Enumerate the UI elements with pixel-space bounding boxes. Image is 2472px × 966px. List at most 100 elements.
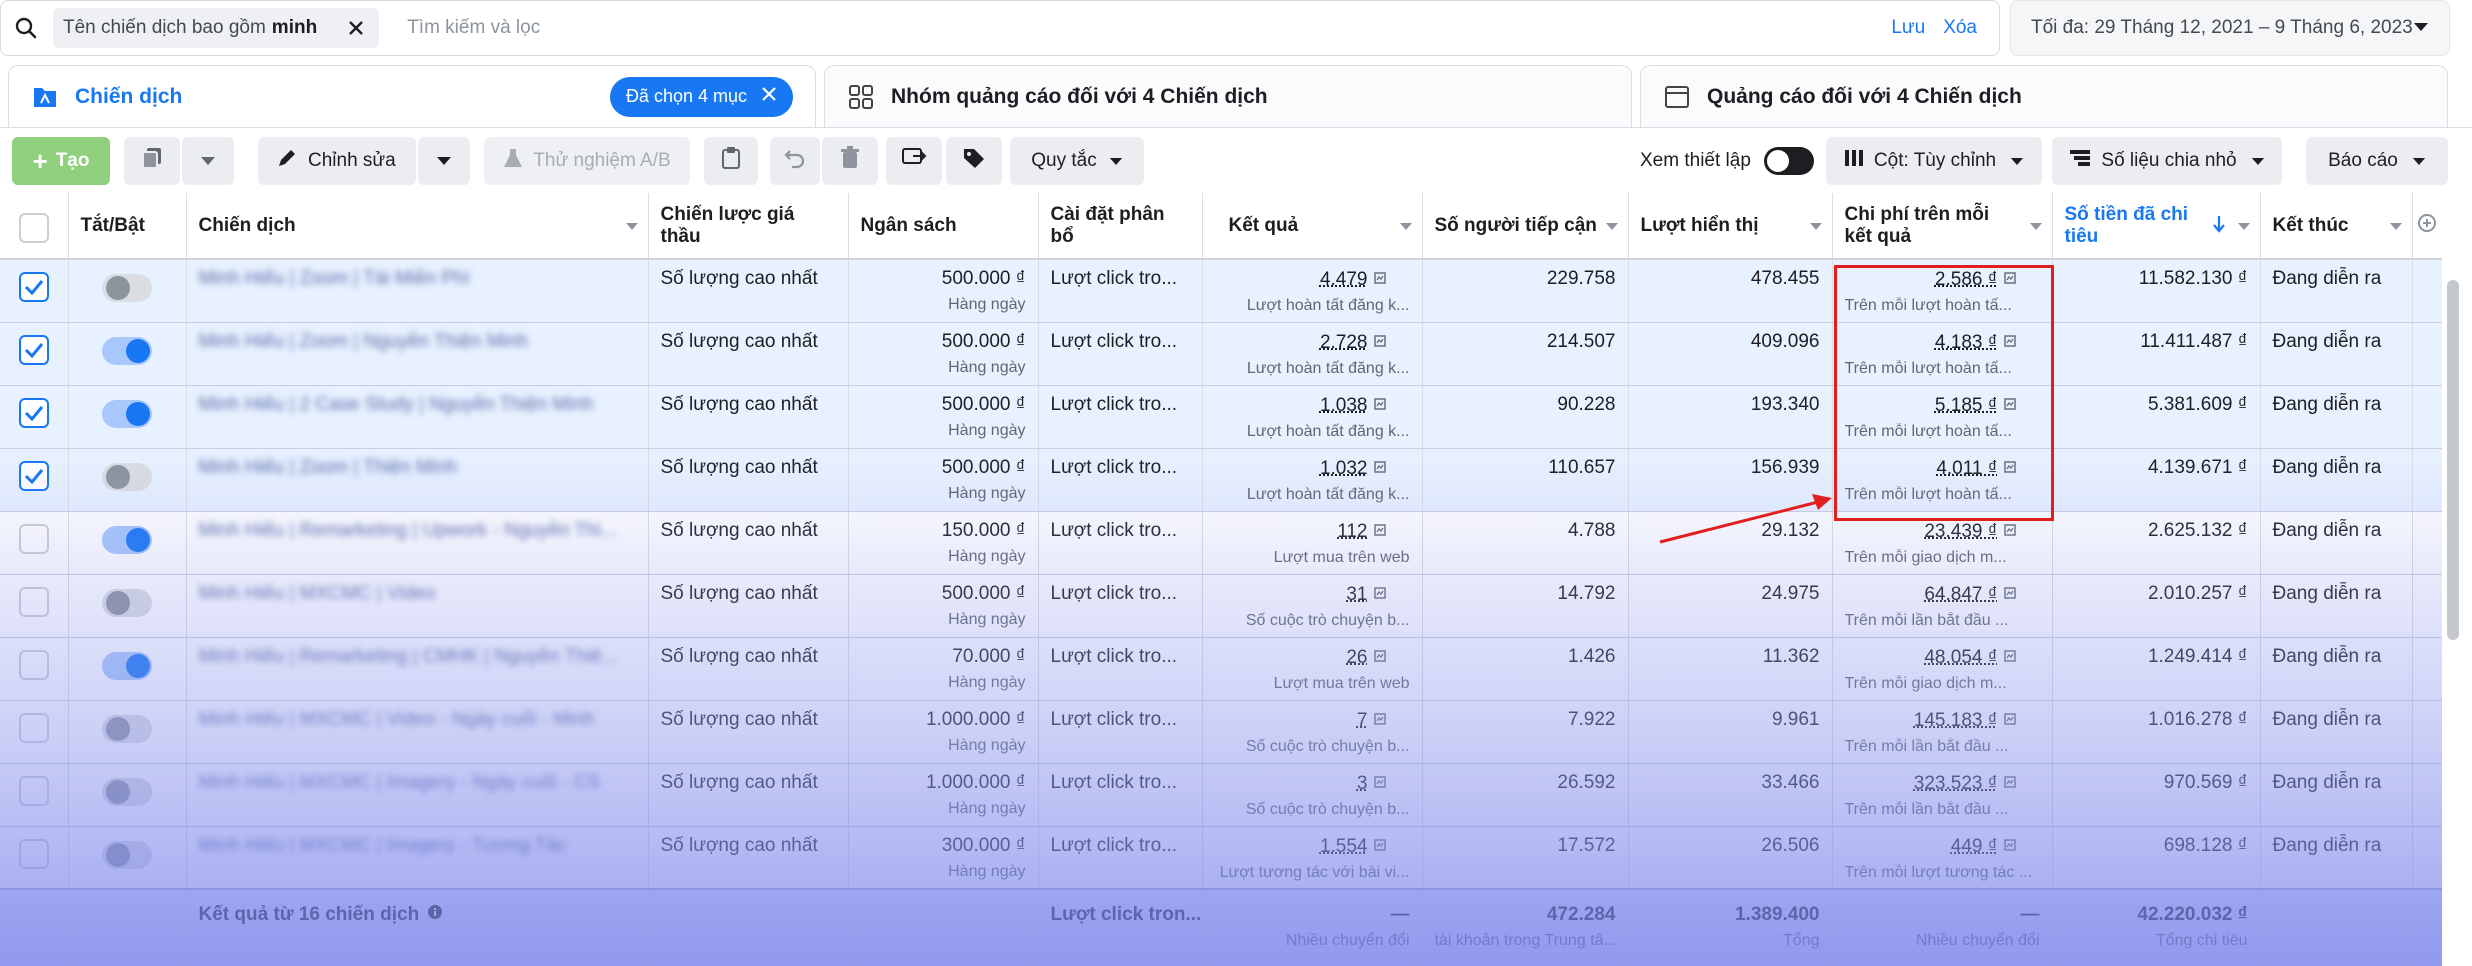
info-icon[interactable] <box>2003 709 2016 731</box>
breakdown-button[interactable]: Số liệu chia nhỏ <box>2052 137 2282 185</box>
columns-button[interactable]: Cột: Tùy chỉnh <box>1826 137 2042 185</box>
campaign-name-cell[interactable]: Minh Hiếu | MXCMC | Video <box>186 574 649 638</box>
cost-per-result-value[interactable]: 2.586 ₫ <box>1935 269 1998 290</box>
campaign-name[interactable]: Minh Hiếu | 2 Case Study | Nguyễn Thiện … <box>199 394 636 416</box>
info-icon[interactable] <box>1373 583 1386 605</box>
cost-per-result-value[interactable]: 4.011 ₫ <box>1936 458 1997 479</box>
remove-filter-icon[interactable] <box>343 15 369 41</box>
view-setup-toggle[interactable] <box>1764 147 1814 175</box>
save-search-link[interactable]: Lưu <box>1891 17 1925 39</box>
budget-cell[interactable]: 500.000 ₫ Hàng ngày <box>848 385 1039 449</box>
info-icon[interactable] <box>2003 457 2016 479</box>
cost-per-result-value[interactable]: 145.183 ₫ <box>1914 710 1998 731</box>
campaign-name[interactable]: Minh Hiếu | Remarketing | CMHK | Nguyễn … <box>199 646 636 668</box>
vertical-scrollbar[interactable] <box>2447 280 2459 640</box>
col-impressions[interactable]: Lượt hiển thị <box>1628 193 1833 260</box>
info-icon[interactable] <box>1373 331 1386 353</box>
campaign-name-cell[interactable]: Minh Hiếu | MXCMC | Imagery - Ngày cuối … <box>186 763 649 827</box>
table-row[interactable]: Minh Hiếu | Zoom | Thiện Minh Số lượng ca… <box>0 448 2442 512</box>
budget-cell[interactable]: 150.000 ₫ Hàng ngày <box>848 511 1039 575</box>
search-bar[interactable]: Tên chiến dịch bao gồm minh Tìm kiếm và … <box>0 0 2000 56</box>
col-end[interactable]: Kết thúc <box>2260 193 2413 260</box>
add-column-icon[interactable] <box>2417 213 2437 238</box>
info-icon[interactable] <box>2003 520 2016 542</box>
budget-cell[interactable]: 500.000 ₫ Hàng ngày <box>848 574 1039 638</box>
close-icon[interactable] <box>761 86 777 107</box>
row-toggle-cell[interactable] <box>68 826 187 890</box>
add-column-cell[interactable] <box>2412 193 2442 260</box>
date-range-picker[interactable]: Tối đa: 29 Tháng 12, 2021 – 9 Tháng 6, 2… <box>2010 0 2450 56</box>
col-bid-strategy[interactable]: Chiến lược giá thầu <box>648 193 849 260</box>
campaign-toggle[interactable] <box>102 714 152 743</box>
cost-per-result-value[interactable]: 64.847 ₫ <box>1924 584 1997 605</box>
budget-cell[interactable]: 1.000.000 ₫ Hàng ngày <box>848 763 1039 827</box>
selected-badge[interactable]: Đã chọn 4 mục <box>609 76 793 117</box>
tab-ads[interactable]: Quảng cáo đối với 4 Chiến dịch <box>1640 65 2448 127</box>
budget-cell[interactable]: 70.000 ₫ Hàng ngày <box>848 637 1039 701</box>
budget-cell[interactable]: 500.000 ₫ Hàng ngày <box>848 448 1039 512</box>
budget-cell[interactable]: 300.000 ₫ Hàng ngày <box>848 826 1039 890</box>
row-toggle-cell[interactable] <box>68 511 187 575</box>
info-icon[interactable] <box>2003 268 2016 290</box>
cost-per-result-value[interactable]: 4.183 ₫ <box>1935 332 1998 353</box>
tag-button[interactable] <box>946 137 1002 185</box>
table-row[interactable]: Minh Hiếu | MXCMC | Video Số lượng cao nh… <box>0 574 2442 638</box>
select-all-cell[interactable] <box>0 193 69 260</box>
results-value[interactable]: 1.038 <box>1320 395 1368 416</box>
info-icon[interactable] <box>1373 394 1386 416</box>
campaign-toggle[interactable] <box>102 588 152 617</box>
clipboard-button[interactable] <box>704 137 758 185</box>
info-icon[interactable] <box>2003 394 2016 416</box>
row-toggle-cell[interactable] <box>68 448 187 512</box>
results-value[interactable]: 4.479 <box>1320 269 1368 290</box>
campaign-name-cell[interactable]: Minh Hiếu | 2 Case Study | Nguyễn Thiện … <box>186 385 649 449</box>
cost-per-result-value[interactable]: 48.054 ₫ <box>1924 647 1997 668</box>
export-button[interactable] <box>886 137 942 185</box>
info-icon[interactable] <box>1373 709 1386 731</box>
table-row[interactable]: Minh Hiếu | Remarketing | Upwork - Nguyễ… <box>0 511 2442 575</box>
budget-cell[interactable]: 1.000.000 ₫ Hàng ngày <box>848 700 1039 764</box>
rules-button[interactable]: Quy tắc <box>1010 137 1144 185</box>
campaign-name[interactable]: Minh Hiếu | MXCMC | Video - Ngày cuối - … <box>199 709 636 731</box>
campaign-toggle[interactable] <box>102 274 152 302</box>
campaign-name-cell[interactable]: Minh Hiếu | Zoom | Nguyễn Thiện Minh <box>186 322 649 386</box>
campaign-toggle[interactable] <box>102 840 152 869</box>
campaign-name[interactable]: Minh Hiếu | Zoom | Nguyễn Thiện Minh <box>199 331 636 353</box>
campaign-name-cell[interactable]: Minh Hiếu | Zoom | Tài Miễn Phí <box>186 259 649 323</box>
campaign-name[interactable]: Minh Hiếu | Zoom | Thiện Minh <box>199 457 636 479</box>
row-checkbox-cell[interactable] <box>0 763 69 827</box>
row-checkbox-cell[interactable] <box>0 700 69 764</box>
info-icon[interactable] <box>1373 457 1386 479</box>
col-campaign[interactable]: Chiến dịch <box>186 193 649 260</box>
campaign-toggle[interactable] <box>102 525 152 554</box>
info-icon[interactable] <box>1373 835 1386 857</box>
row-checkbox[interactable] <box>18 272 49 302</box>
results-value[interactable]: 1.554 <box>1320 836 1368 857</box>
create-button[interactable]: + Tạo <box>12 137 110 185</box>
duplicate-dropdown[interactable] <box>182 137 234 185</box>
campaign-name[interactable]: Minh Hiếu | MXCMC | Imagery - Ngày cuối … <box>199 772 636 794</box>
info-icon[interactable] <box>2003 583 2016 605</box>
budget-cell[interactable]: 500.000 ₫ Hàng ngày <box>848 322 1039 386</box>
duplicate-button[interactable] <box>124 137 180 185</box>
search-input[interactable]: Tìm kiếm và lọc <box>407 17 1891 39</box>
row-toggle-cell[interactable] <box>68 322 187 386</box>
table-row[interactable]: Minh Hiếu | MXCMC | Video - Ngày cuối - … <box>0 700 2442 764</box>
row-checkbox[interactable] <box>18 523 49 554</box>
row-checkbox[interactable] <box>18 649 49 680</box>
col-attribution[interactable]: Cài đặt phân bổ <box>1038 193 1203 260</box>
clear-search-link[interactable]: Xóa <box>1943 17 1977 39</box>
results-value[interactable]: 2.728 <box>1320 332 1368 353</box>
table-row[interactable]: Minh Hiếu | 2 Case Study | Nguyễn Thiện … <box>0 385 2442 449</box>
select-all-checkbox[interactable] <box>18 212 49 243</box>
cost-per-result-value[interactable]: 323.523 ₫ <box>1914 773 1998 794</box>
campaign-name-cell[interactable]: Minh Hiếu | Zoom | Thiện Minh <box>186 448 649 512</box>
info-icon[interactable] <box>2003 772 2016 794</box>
filter-chip[interactable]: Tên chiến dịch bao gồm minh <box>53 8 380 48</box>
table-row[interactable]: Minh Hiếu | MXCMC | Imagery - Tương Tác S… <box>0 826 2442 890</box>
row-toggle-cell[interactable] <box>68 637 187 701</box>
edit-dropdown[interactable] <box>418 137 470 185</box>
table-row[interactable]: Minh Hiếu | MXCMC | Imagery - Ngày cuối … <box>0 763 2442 827</box>
col-budget[interactable]: Ngân sách <box>848 193 1039 260</box>
edit-button[interactable]: Chỉnh sửa <box>258 137 416 185</box>
